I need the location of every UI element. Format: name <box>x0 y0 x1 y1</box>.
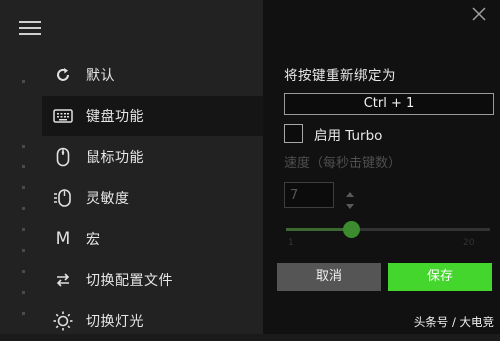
speed-label: 速度（每秒击键数） <box>284 156 402 171</box>
turbo-checkbox[interactable] <box>284 124 303 143</box>
decorative-dot <box>22 186 25 189</box>
decorative-dot <box>22 312 25 315</box>
decorative-dot <box>22 270 25 273</box>
keyboard-icon <box>52 105 74 127</box>
sidebar-item-label: 切换配置文件 <box>86 273 173 289</box>
key-binding-field[interactable]: Ctrl + 1 <box>284 93 494 115</box>
switch-profile-icon <box>52 269 74 291</box>
sidebar-item-label: 键盘功能 <box>86 109 144 125</box>
sidebar-item-label: 鼠标功能 <box>86 150 144 166</box>
sidebar: 默认 键盘功能 鼠标功能 灵敏度 M 宏 切换配置文件 切换灯光 <box>0 0 263 334</box>
decorative-dot <box>22 145 25 148</box>
decorative-dot <box>22 165 25 168</box>
sidebar-item-sensitivity[interactable]: 灵敏度 <box>42 178 263 218</box>
sidebar-item-switch-profile[interactable]: 切换配置文件 <box>42 260 263 300</box>
sidebar-item-label: 切换灯光 <box>86 314 144 330</box>
decorative-dot <box>22 249 25 252</box>
mouse-icon <box>52 146 74 168</box>
sensitivity-icon <box>52 187 74 209</box>
sidebar-item-lighting[interactable]: 切换灯光 <box>42 301 263 341</box>
sidebar-item-keyboard[interactable]: 键盘功能 <box>42 96 263 136</box>
speed-input[interactable]: 7 <box>284 182 334 208</box>
slider-max-label: 20 <box>463 238 475 248</box>
speed-slider[interactable] <box>286 221 490 238</box>
sidebar-item-label: 宏 <box>86 232 101 248</box>
macro-icon: M <box>55 229 71 249</box>
slider-min-label: 1 <box>288 238 294 248</box>
slider-fill <box>286 228 352 231</box>
lighting-icon <box>52 310 74 332</box>
cancel-button[interactable]: 取消 <box>277 263 381 291</box>
refresh-icon <box>52 64 74 86</box>
turbo-label: 启用 Turbo <box>314 128 383 144</box>
sidebar-item-mouse[interactable]: 鼠标功能 <box>42 137 263 177</box>
decorative-dot <box>22 207 25 210</box>
save-button[interactable]: 保存 <box>388 263 492 291</box>
rebind-title: 将按键重新绑定为 <box>284 68 396 84</box>
decorative-dot <box>22 228 25 231</box>
sidebar-item-macro[interactable]: M 宏 <box>42 219 263 259</box>
sidebar-item-label: 灵敏度 <box>86 191 130 207</box>
spin-up-icon[interactable] <box>344 184 356 197</box>
hamburger-menu-icon[interactable] <box>19 20 41 36</box>
decorative-dot <box>22 80 25 83</box>
close-icon[interactable] <box>472 6 486 21</box>
spin-down-icon[interactable] <box>344 197 356 209</box>
sidebar-item-label: 默认 <box>86 68 115 84</box>
decorative-dot <box>22 291 25 294</box>
sidebar-item-default[interactable]: 默认 <box>42 55 263 95</box>
watermark: 头条号 / 大电竞 <box>413 315 494 329</box>
